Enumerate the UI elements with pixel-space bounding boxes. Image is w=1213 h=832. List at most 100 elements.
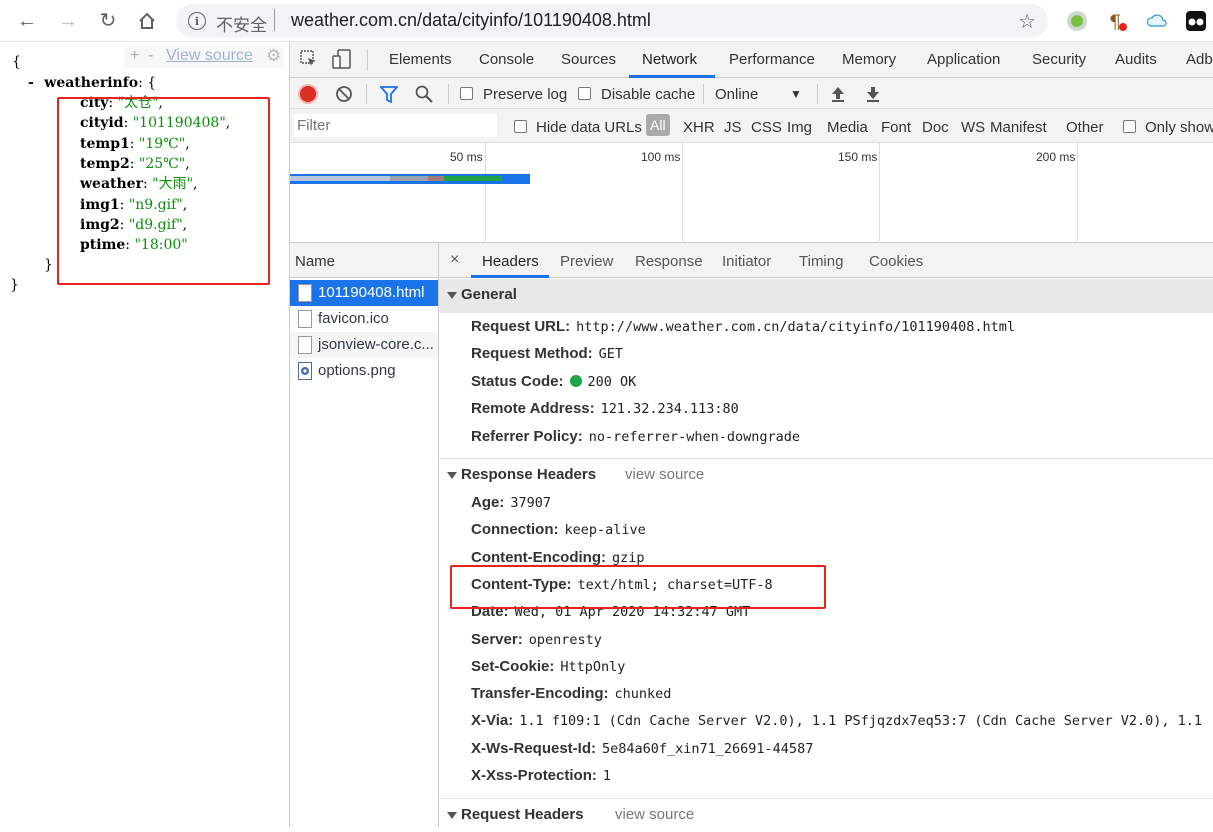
tab-security[interactable]: Security [1032,51,1086,68]
throttle-select[interactable]: Online [715,86,758,103]
only-show-checkbox[interactable] [1123,120,1136,133]
collapse-all-button[interactable]: - [148,47,153,65]
view-source-link[interactable]: view source [615,806,694,823]
header-value: 200 OK [587,373,637,390]
name-column-header[interactable]: Name [295,253,335,270]
file-icon [298,310,312,328]
close-icon[interactable]: × [450,251,459,269]
header-row: Request Method: GET [471,345,623,362]
view-source-link[interactable]: view source [625,466,704,483]
export-har-icon[interactable] [865,85,881,107]
hide-data-urls-checkbox[interactable] [514,120,527,133]
extension-mask-icon[interactable] [1185,10,1207,32]
search-icon[interactable] [415,85,433,107]
tab-console[interactable]: Console [479,51,534,68]
tab-network[interactable]: Network [642,51,697,68]
view-source-link[interactable]: View source [166,47,253,65]
header-row: Connection: keep-alive [471,521,646,538]
tab-elements[interactable]: Elements [389,51,452,68]
request-item[interactable]: jsonview-core.c... [290,332,438,358]
header-key: Server: [471,630,523,648]
tab-adb[interactable]: Adb [1186,51,1213,68]
expand-all-button[interactable]: + [130,47,139,65]
request-name: jsonview-core.c... [318,336,434,353]
tab-application[interactable]: Application [927,51,1000,68]
address-bar[interactable]: i 不安全 weather.com.cn/data/cityinfo/10119… [176,4,1048,38]
network-timeline: 50 ms 100 ms 150 ms 200 ms [290,143,1213,243]
detail-tab-cookies[interactable]: Cookies [869,253,923,270]
extension-pilcrow-icon[interactable]: ¶ [1106,10,1128,33]
browser-toolbar: ← → ↻ i 不安全 weather.com.cn/data/cityinfo… [0,0,1213,42]
chevron-down-icon[interactable]: ▼ [790,87,802,101]
network-toolbar: Preserve log Disable cache Online ▼ [290,78,1213,109]
type-filter-img[interactable]: Img [787,119,812,136]
detail-tab-headers[interactable]: Headers [482,253,539,270]
type-filter-manifest[interactable]: Manifest [990,119,1047,136]
general-section-header[interactable]: General [439,279,1213,313]
collapse-toggle[interactable]: - [28,75,34,91]
back-icon[interactable]: ← [14,8,40,34]
triangle-down-icon [447,472,457,479]
detail-tab-timing[interactable]: Timing [799,253,843,270]
preserve-log-checkbox[interactable] [460,87,473,100]
device-toggle-icon[interactable] [332,49,352,73]
extension-cloud-icon[interactable] [1146,10,1168,32]
header-key: X-Ws-Request-Id: [471,739,596,757]
tab-performance[interactable]: Performance [729,51,815,68]
type-filter-js[interactable]: JS [724,119,742,136]
type-filter-ws[interactable]: WS [961,119,985,136]
type-filter-other[interactable]: Other [1066,119,1104,136]
header-row: Age: 37907 [471,494,551,511]
type-filter-doc[interactable]: Doc [922,119,949,136]
type-filter-xhr[interactable]: XHR [683,119,715,136]
detail-tab-preview[interactable]: Preview [560,253,613,270]
response-headers-section-header[interactable]: Response Headers view source [439,458,1213,492]
type-filter-media[interactable]: Media [827,119,868,136]
detail-tab-response[interactable]: Response [635,253,703,270]
header-value: chunked [614,686,672,703]
header-row: Remote Address: 121.32.234.113:80 [471,400,739,417]
filter-input[interactable] [294,114,497,137]
type-filter-font[interactable]: Font [881,119,911,136]
tab-memory[interactable]: Memory [842,51,896,68]
home-icon[interactable] [134,8,160,34]
triangle-down-icon [447,812,457,819]
detail-tab-initiator[interactable]: Initiator [722,253,771,270]
import-har-icon[interactable] [830,85,846,107]
settings-gear-icon[interactable]: ⚙ [266,46,281,66]
header-value: GET [598,346,624,363]
timeline-bar-segment [390,176,428,181]
highlight-box-json [57,97,270,285]
request-item[interactable]: options.png [290,358,438,384]
info-icon[interactable]: i [188,12,206,30]
inspect-element-icon[interactable] [300,50,318,72]
url-text[interactable]: weather.com.cn/data/cityinfo/101190408.h… [291,10,651,31]
forward-icon[interactable]: → [55,8,81,34]
detail-tabbar: × Headers Preview Response Initiator Timing C… [439,243,1213,278]
tick-label: 200 ms [1036,150,1076,164]
type-filter-all[interactable]: All [646,114,670,136]
triangle-down-icon [447,292,457,299]
filter-icon[interactable] [379,86,399,107]
request-item[interactable]: 101190408.html [290,280,438,306]
extension-green-icon[interactable] [1066,10,1088,32]
svg-text:¶: ¶ [1109,11,1121,32]
response-headers-title: Response Headers [461,466,597,483]
disable-cache-checkbox[interactable] [578,87,591,100]
tab-sources[interactable]: Sources [561,51,616,68]
clear-icon[interactable] [335,85,353,107]
type-filter-css[interactable]: CSS [751,119,782,136]
header-value: gzip [611,549,645,566]
tab-audits[interactable]: Audits [1115,51,1157,68]
timeline-bar-segment [290,176,390,181]
header-row: Transfer-Encoding: chunked [471,685,671,702]
header-key: Transfer-Encoding: [471,685,609,703]
json-inner-close: } [44,257,53,273]
header-value: 5e84a60f_xin71_26691-44587 [602,740,814,757]
header-value: 121.32.234.113:80 [600,401,739,418]
star-icon[interactable]: ☆ [1018,9,1036,34]
header-row: Request URL: http://www.weather.com.cn/da… [471,318,1015,335]
record-icon[interactable] [300,86,316,102]
reload-icon[interactable]: ↻ [95,8,121,34]
request-item[interactable]: favicon.ico [290,306,438,332]
